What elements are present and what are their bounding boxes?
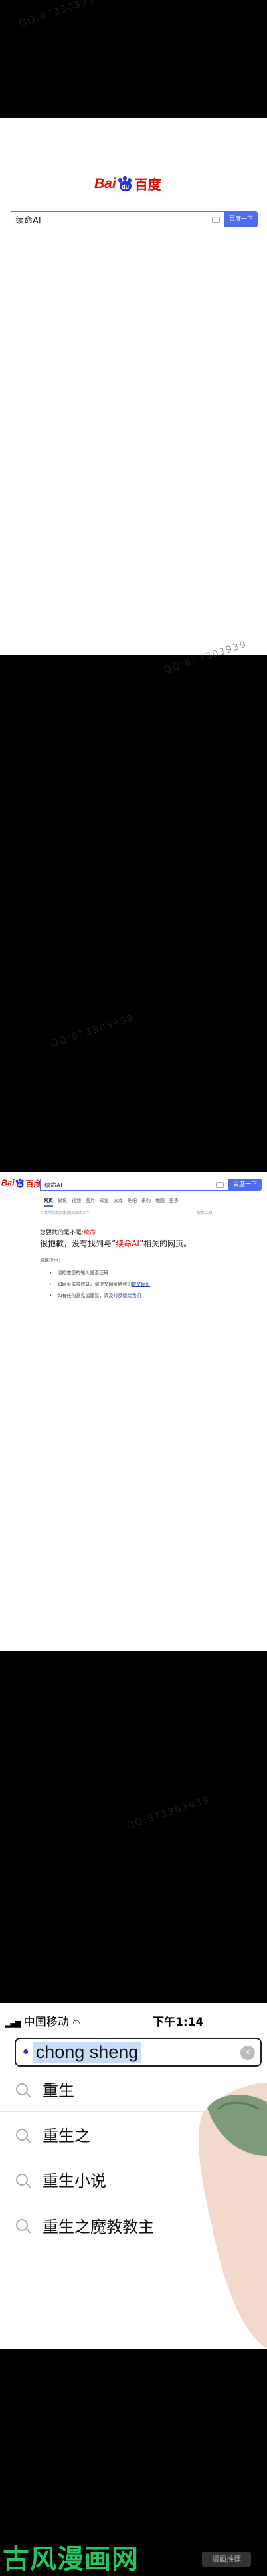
search-icon <box>16 2219 28 2231</box>
signal-icon: ▂▄▆ <box>5 2019 21 2028</box>
status-time: 下午1:14 <box>153 2016 204 2029</box>
search-tools-link[interactable]: 搜索工具 <box>197 1209 213 1215</box>
result-stats: 百度为您找到相关结果约0个 <box>40 1211 90 1215</box>
search-icon <box>16 2173 28 2186</box>
camera-icon[interactable] <box>212 216 220 223</box>
tab-video[interactable]: 视频 <box>72 1197 81 1207</box>
tab-purchase[interactable]: 采购 <box>141 1197 151 1207</box>
tips-heading: 温馨提示： <box>40 1258 63 1263</box>
search-input[interactable]: 续命AI <box>11 211 224 227</box>
tab-wenku[interactable]: 文库 <box>114 1197 123 1207</box>
recommend-button[interactable]: 漫画推荐 <box>202 2552 251 2567</box>
tab-images[interactable]: 图片 <box>86 1197 95 1207</box>
phone-search-panel: ▂▄▆ 中国移动 ◠ 下午1:14 ● chong sheng × 重生 重生之… <box>0 2003 267 2349</box>
black-band-bottom: 古风漫画网 漫画推荐 <box>0 2349 267 2576</box>
tip-item: 如有任何意见或建议，请及时反馈给我们 <box>49 1292 141 1299</box>
baidu-results-panel: Bai du 百度 续命AI 百度一下 网页 资讯 视频 图片 知道 文库 贴吧… <box>0 1172 267 1651</box>
paw-icon: du <box>15 1178 25 1188</box>
tab-web[interactable]: 网页 <box>44 1197 53 1207</box>
baidu-logo[interactable]: Bai du 百度 <box>94 174 161 193</box>
tip-item: 请检查您的输入是否正确 <box>49 1270 108 1276</box>
finger-illustration <box>199 2083 267 2349</box>
results-tabs: 网页 资讯 视频 图片 知道 文库 贴吧 采购 地图 更多 <box>44 1197 179 1207</box>
site-logo[interactable]: 古风漫画网 <box>3 2537 139 2576</box>
feedback-link[interactable]: 反馈给我们 <box>118 1293 141 1298</box>
tab-map[interactable]: 地图 <box>155 1197 165 1207</box>
search-button[interactable]: 百度一下 <box>224 211 258 227</box>
watermark: QQ:873303939 <box>17 0 104 29</box>
paw-icon: du <box>117 176 134 192</box>
black-band-3: QQ:873303939 <box>0 1651 267 2003</box>
tip-item: 如网页未被收录，请提交网址给我们提交网址 <box>49 1281 150 1288</box>
results-search-input[interactable]: 续命AI <box>40 1179 228 1191</box>
camera-icon[interactable] <box>216 1181 224 1188</box>
paw-icon: ● <box>23 2046 29 2057</box>
search-icon <box>16 2128 28 2141</box>
search-query: 续命AI <box>15 215 41 226</box>
tab-news[interactable]: 资讯 <box>58 1197 67 1207</box>
baidu-logo-small[interactable]: Bai du 百度 <box>1 1177 41 1189</box>
did-you-mean: 您要找的是不是:续命 <box>40 1230 96 1236</box>
watermark: QQ:873303939 <box>125 1794 212 1831</box>
wifi-icon: ◠ <box>72 2018 80 2028</box>
status-carrier: ▂▄▆ 中国移动 ◠ <box>5 2016 80 2029</box>
baidu-home-panel: Bai du 百度 续命AI 百度一下 <box>0 118 267 655</box>
phone-search-query: chong sheng <box>33 2042 141 2063</box>
results-search-button[interactable]: 百度一下 <box>228 1179 262 1191</box>
phone-search-input[interactable]: ● chong sheng × <box>15 2038 262 2067</box>
did-you-mean-link[interactable]: 续命 <box>84 1230 96 1236</box>
watermark: QQ:873303939 <box>49 1012 136 1050</box>
black-band-2: QQ:873303939 QQ:873303939 <box>0 639 267 1172</box>
tab-more[interactable]: 更多 <box>169 1197 179 1207</box>
clear-icon[interactable]: × <box>240 2046 255 2060</box>
search-icon <box>16 2083 28 2095</box>
black-band-top: QQ:873303939 <box>0 0 267 118</box>
no-result-message: 很抱歉，没有找到与“续命AI”相关的网页。 <box>40 1239 192 1248</box>
submit-url-link[interactable]: 提交网址 <box>132 1282 150 1287</box>
tab-zhidao[interactable]: 知道 <box>100 1197 109 1207</box>
tab-tieba[interactable]: 贴吧 <box>128 1197 137 1207</box>
